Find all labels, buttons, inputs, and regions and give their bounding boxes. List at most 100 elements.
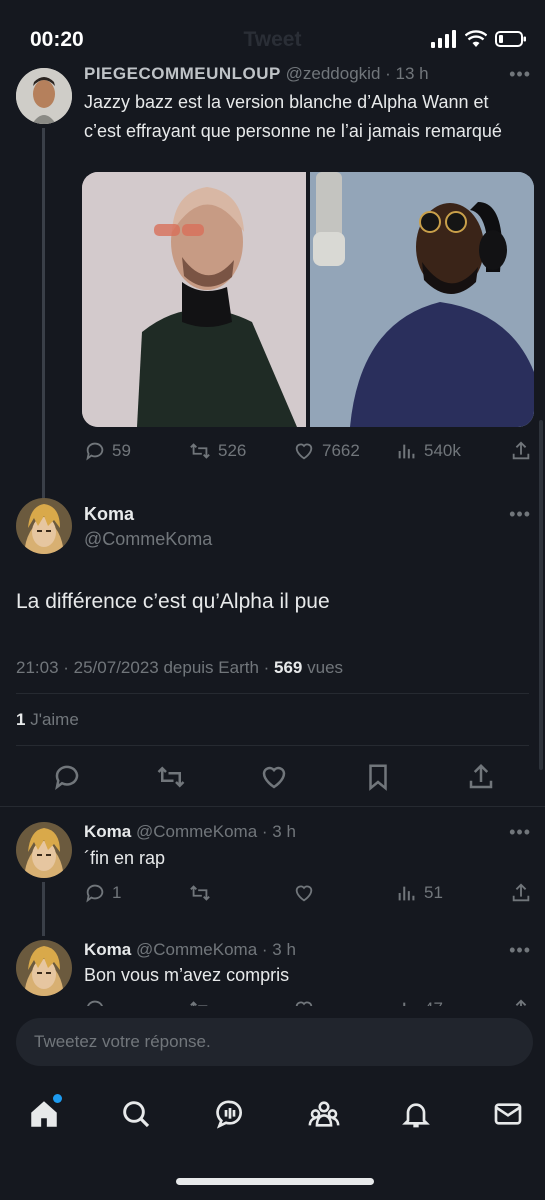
likes-label: J'aime: [25, 710, 79, 729]
share-icon: [515, 999, 527, 1006]
like-button[interactable]: [292, 882, 316, 904]
likes-summary[interactable]: 1 J'aime: [16, 710, 79, 730]
share-button[interactable]: [510, 998, 532, 1006]
reply-icon: [87, 1000, 103, 1006]
tweet-time: · 3 h: [261, 822, 296, 841]
like-button[interactable]: [292, 998, 316, 1006]
reply-button[interactable]: [52, 762, 82, 797]
author-handle[interactable]: @CommeKoma: [84, 529, 212, 550]
reply-text: Bon vous m’avez compris: [84, 965, 290, 985]
author-handle[interactable]: @CommeKoma: [136, 822, 257, 841]
retweet-icon: [157, 766, 185, 788]
views-count: 51: [424, 883, 443, 902]
like-button[interactable]: 7662: [292, 440, 360, 462]
views-count: 540k: [424, 441, 461, 460]
heart-icon: [295, 1001, 313, 1006]
battery-icon: [495, 31, 526, 47]
spaces-icon: [216, 1100, 242, 1129]
retweet-icon: [190, 1001, 208, 1006]
views-button[interactable]: 540k: [396, 440, 461, 462]
mail-icon: [494, 1103, 522, 1125]
tweet-timestamp[interactable]: 21:03 · 25/07/2023 depuis Earth ·: [16, 658, 274, 677]
share-button[interactable]: [510, 440, 532, 462]
nav-search[interactable]: [116, 1094, 156, 1134]
heart-icon: [295, 885, 313, 902]
author-name[interactable]: PIEGECOMMEUNLOUP: [84, 64, 281, 83]
share-icon: [469, 763, 493, 789]
bell-icon: [402, 1103, 430, 1128]
tweet-time: · 13 h: [385, 64, 429, 83]
reply-button[interactable]: 1: [84, 882, 121, 904]
reply-button[interactable]: [84, 998, 106, 1006]
divider: [16, 693, 529, 694]
more-options-icon[interactable]: •••: [509, 822, 531, 843]
divider: [0, 806, 545, 807]
status-bar: 00:20 Tweet: [0, 0, 545, 64]
tweet-time: · 3 h: [261, 940, 296, 959]
share-button[interactable]: [510, 882, 532, 904]
heart-icon: [295, 443, 313, 460]
avatar[interactable]: [16, 498, 72, 554]
like-button[interactable]: [259, 762, 289, 797]
author-handle[interactable]: @zeddogkid: [286, 64, 381, 83]
tweet-text: La différence c’est qu’Alpha il pue: [16, 590, 330, 613]
retweet-count: 526: [218, 441, 247, 460]
thread-line: [42, 128, 45, 548]
photo-right[interactable]: [310, 172, 534, 427]
avatar[interactable]: [16, 68, 72, 124]
views-icon: [398, 444, 415, 459]
reply-icon: [55, 765, 79, 790]
reply-input[interactable]: Tweetez votre réponse.: [16, 1018, 533, 1066]
bookmark-button[interactable]: [363, 762, 393, 797]
views-label: vues: [302, 658, 344, 677]
retweet-button[interactable]: [156, 762, 186, 797]
more-options-icon[interactable]: •••: [509, 940, 531, 961]
author-handle[interactable]: @CommeKoma: [136, 940, 257, 959]
search-icon: [123, 1101, 150, 1128]
scrollbar[interactable]: [539, 420, 543, 770]
home-indicator[interactable]: [176, 1178, 374, 1185]
status-icons: [431, 30, 527, 48]
reply-input-placeholder: Tweetez votre réponse.: [34, 1032, 211, 1051]
avatar[interactable]: [16, 822, 72, 878]
nav-notifications[interactable]: [396, 1094, 436, 1134]
heart-icon: [262, 766, 286, 789]
retweet-button[interactable]: 526: [188, 440, 246, 462]
signal-icon: [431, 30, 456, 48]
views-icon: [403, 1002, 406, 1006]
retweet-button[interactable]: [188, 882, 212, 904]
retweet-button[interactable]: [188, 998, 212, 1006]
more-options-icon[interactable]: •••: [509, 64, 531, 85]
tweet-metadata: 21:03 · 25/07/2023 depuis Earth · 569 vu…: [16, 658, 343, 678]
reply-count: 59: [112, 441, 131, 460]
tweet-media[interactable]: [82, 172, 534, 427]
author-name[interactable]: Koma: [84, 822, 131, 841]
bookmark-icon: [369, 764, 387, 791]
nav-home[interactable]: [24, 1094, 64, 1134]
views-icon: [398, 886, 415, 901]
photo-left[interactable]: [82, 172, 306, 427]
reply-text: ´fin en rap: [84, 848, 166, 868]
author-name[interactable]: Koma: [84, 940, 131, 959]
nav-spaces[interactable]: [210, 1094, 250, 1134]
share-button[interactable]: [466, 762, 496, 797]
communities-icon: [308, 1101, 340, 1127]
more-options-icon[interactable]: •••: [509, 504, 531, 525]
reply-icon: [86, 442, 104, 461]
notification-dot: [53, 1094, 62, 1103]
tweet-thread[interactable]: PIEGECOMMEUNLOUP @zeddogkid · 13 h ••• J…: [0, 64, 545, 1006]
like-count: 7662: [322, 441, 360, 460]
thread-line: [42, 882, 45, 936]
views-button[interactable]: 51: [396, 882, 443, 904]
reply-button[interactable]: 59: [84, 440, 131, 462]
bottom-nav: [0, 1080, 545, 1150]
views-count: 47: [424, 999, 443, 1006]
views-button[interactable]: 47: [396, 998, 443, 1006]
avatar[interactable]: [16, 940, 72, 996]
original-tweet-header: PIEGECOMMEUNLOUP @zeddogkid · 13 h: [84, 64, 524, 84]
author-name[interactable]: Koma: [84, 504, 134, 525]
nav-communities[interactable]: [304, 1094, 344, 1134]
nav-messages[interactable]: [488, 1094, 528, 1134]
share-icon: [512, 883, 530, 902]
reply-icon: [86, 884, 104, 903]
